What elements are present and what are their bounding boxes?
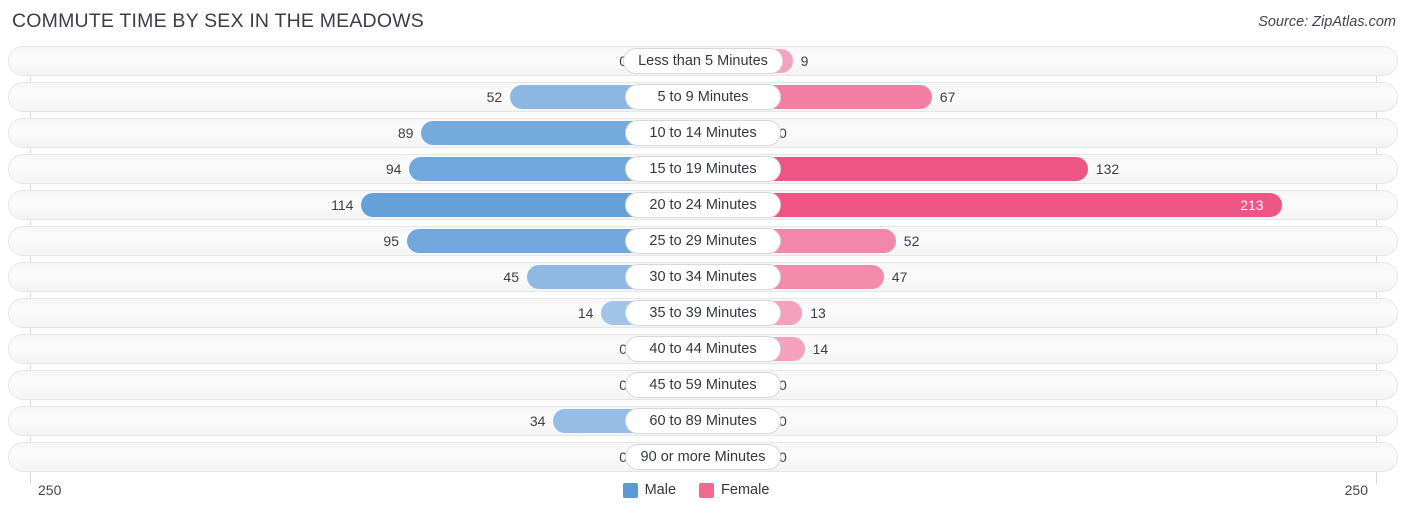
legend-label: Male xyxy=(644,482,677,498)
bar-row: 34 0 60 to 89 Minutes xyxy=(8,406,1398,436)
bar-row: 89 0 10 to 14 Minutes xyxy=(8,118,1398,148)
bar-female[interactable] xyxy=(703,193,1283,217)
bar-rows: 09Less than 5 Minutes52675 to 9 Minutes8… xyxy=(8,46,1398,478)
bar-row: 14 13 35 to 39 Minutes xyxy=(8,298,1398,328)
category-label: 90 or more Minutes xyxy=(625,444,781,470)
bar-row: 0 0 45 to 59 Minutes xyxy=(8,370,1398,400)
legend-label: Female xyxy=(721,482,770,498)
value-label-male: 52 xyxy=(486,89,503,105)
value-label-female: 132 xyxy=(1095,161,1120,177)
category-label: 25 to 29 Minutes xyxy=(625,228,781,254)
chart-footer: 250 250 Male Female xyxy=(0,478,1406,518)
category-label: 35 to 39 Minutes xyxy=(625,300,781,326)
bar-row: 0 14 40 to 44 Minutes xyxy=(8,334,1398,364)
category-label: 5 to 9 Minutes xyxy=(625,84,781,110)
chart-header: COMMUTE TIME BY SEX IN THE MEADOWS Sourc… xyxy=(0,0,1406,46)
category-label: 40 to 44 Minutes xyxy=(625,336,781,362)
category-label: 20 to 24 Minutes xyxy=(625,192,781,218)
value-label-male: 95 xyxy=(383,233,399,249)
chart-legend: Male Female xyxy=(0,482,1406,498)
category-label: 10 to 14 Minutes xyxy=(625,120,781,146)
value-label-male: 34 xyxy=(529,413,546,429)
legend-item-male[interactable]: Male xyxy=(622,482,677,498)
bar-row: 94 132 15 to 19 Minutes xyxy=(8,154,1398,184)
value-label-female: 52 xyxy=(903,233,920,249)
value-label-male: 45 xyxy=(503,269,519,285)
bar-row: 52 67 5 to 9 Minutes xyxy=(8,82,1398,112)
bar-row: 09Less than 5 Minutes xyxy=(8,46,1398,76)
page-title: COMMUTE TIME BY SEX IN THE MEADOWS xyxy=(12,10,425,32)
bar-row: 95 52 25 to 29 Minutes xyxy=(8,226,1398,256)
category-label: Less than 5 Minutes xyxy=(623,48,783,74)
value-label-male: 89 xyxy=(397,125,414,141)
source-attribution: Source: ZipAtlas.com xyxy=(1258,14,1396,30)
value-label-female: 47 xyxy=(891,269,908,285)
value-label-female: 9 xyxy=(800,53,809,69)
category-label: 45 to 59 Minutes xyxy=(625,372,781,398)
category-label: 60 to 89 Minutes xyxy=(625,408,781,434)
category-label: 30 to 34 Minutes xyxy=(625,264,781,290)
value-label-male: 14 xyxy=(577,305,594,321)
value-label-female: 13 xyxy=(810,305,826,321)
legend-item-female[interactable]: Female xyxy=(699,482,769,498)
value-label-female: 213 xyxy=(1240,197,1264,213)
chart-plot-area: 09Less than 5 Minutes52675 to 9 Minutes8… xyxy=(8,46,1398,484)
category-label: 15 to 19 Minutes xyxy=(625,156,781,182)
value-label-female: 14 xyxy=(812,341,829,357)
value-label-male: 114 xyxy=(331,197,354,213)
value-label-male: 94 xyxy=(385,161,402,177)
bar-row: 114 213 20 to 24 Minutes xyxy=(8,190,1398,220)
value-label-female: 67 xyxy=(939,89,956,105)
bar-row: 45 47 30 to 34 Minutes xyxy=(8,262,1398,292)
bar-row: 0 0 90 or more Minutes xyxy=(8,442,1398,472)
legend-swatch-icon xyxy=(699,482,715,498)
legend-swatch-icon xyxy=(622,482,638,498)
